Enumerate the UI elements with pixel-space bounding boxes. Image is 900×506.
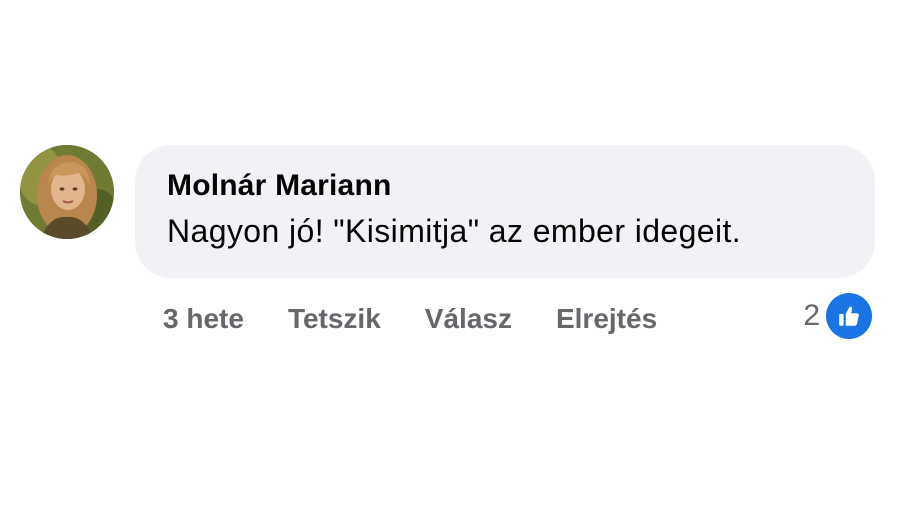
comment-text: Nagyon jó! "Kisimitja" az ember idegeit. [167, 213, 742, 249]
comment-actions: 3 hete Tetszik Válasz Elrejtés [163, 299, 701, 339]
comment-timestamp[interactable]: 3 hete [163, 303, 244, 335]
comment-author[interactable]: Molnár Mariann [167, 167, 875, 205]
thumbs-up-icon [826, 293, 872, 339]
avatar[interactable] [20, 145, 114, 239]
reaction-summary[interactable]: 2 [803, 292, 872, 340]
reaction-count: 2 [803, 299, 820, 332]
avatar-photo [20, 145, 114, 239]
comment-thread: Molnár Mariann Nagyon jó! "Kisimitja" az… [0, 0, 900, 506]
reply-button[interactable]: Válasz [425, 303, 512, 335]
hide-button[interactable]: Elrejtés [556, 303, 657, 335]
like-button[interactable]: Tetszik [288, 303, 381, 335]
comment-bubble: Molnár Mariann Nagyon jó! "Kisimitja" az… [135, 145, 875, 278]
